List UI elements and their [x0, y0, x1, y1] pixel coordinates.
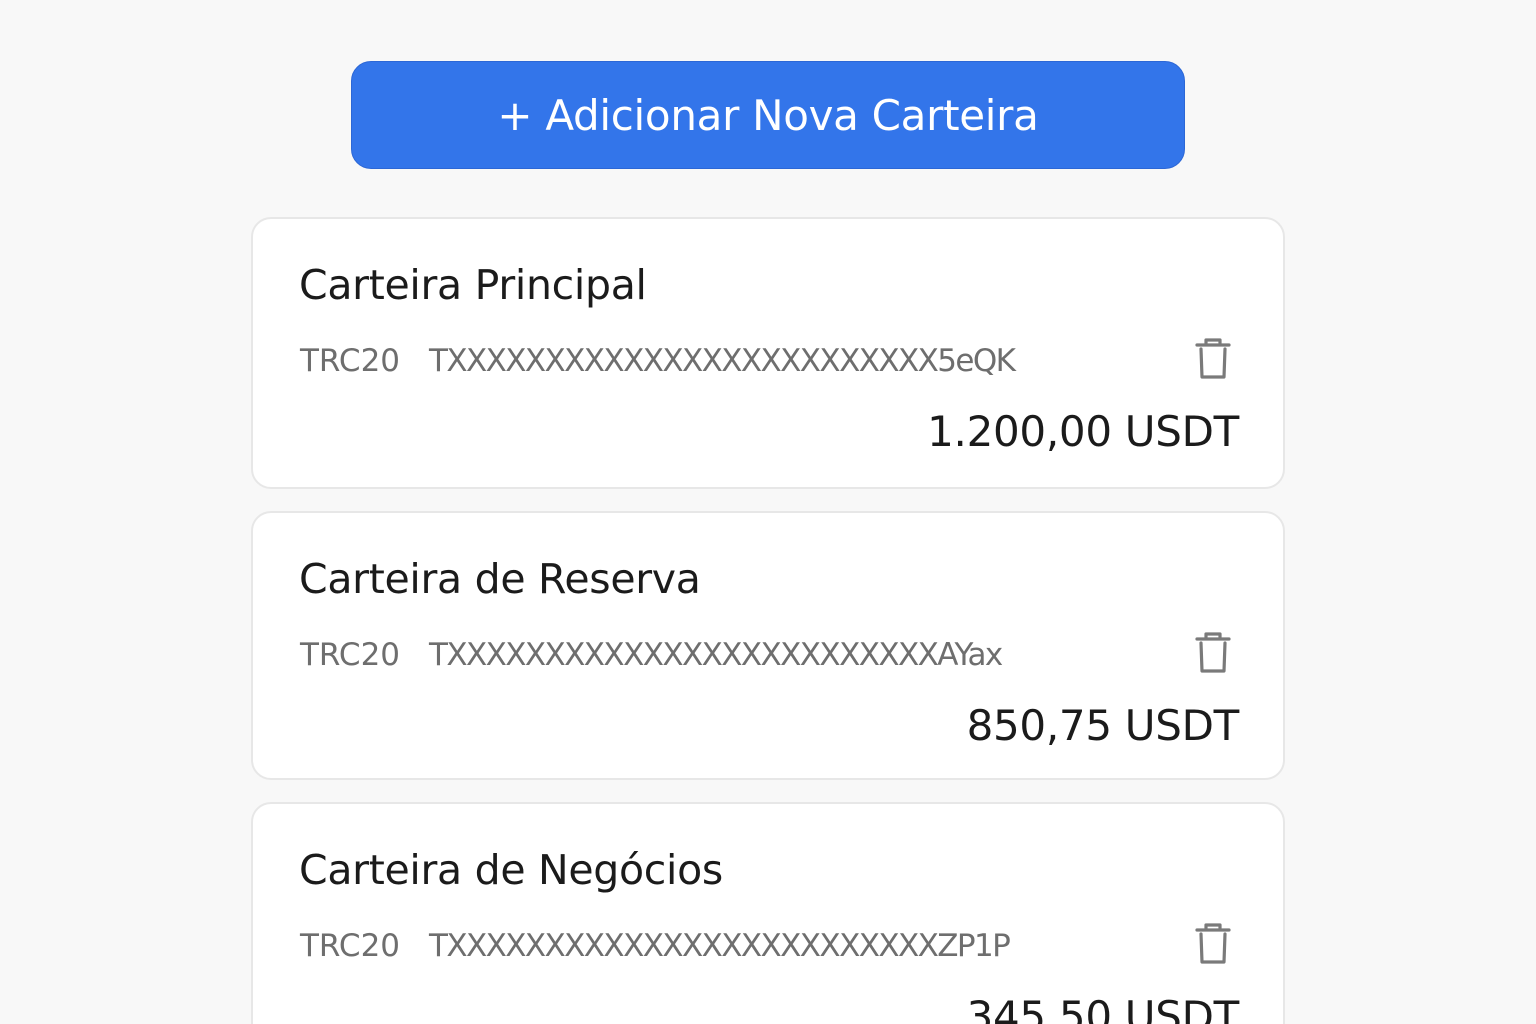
wallet-address: TXXXXXXXXXXXXXXXXXXXXXXXXX5eQK — [429, 343, 1016, 379]
wallet-network: TRC20 — [300, 343, 401, 379]
wallet-balance: 850,75 USDT — [966, 701, 1240, 750]
wallet-list-page: + Adicionar Nova Carteira Carteira Princ… — [0, 0, 1536, 1024]
wallet-card: Carteira de Reserva TRC20 TXXXXXXXXXXXXX… — [251, 511, 1285, 780]
wallet-name: Carteira de Negócios — [299, 846, 723, 894]
wallet-balance: 345,50 USDT — [966, 992, 1240, 1024]
trash-icon[interactable] — [1193, 922, 1233, 966]
add-wallet-button[interactable]: + Adicionar Nova Carteira — [351, 61, 1185, 169]
wallet-name: Carteira Principal — [299, 261, 647, 309]
wallet-address: TXXXXXXXXXXXXXXXXXXXXXXXXXZP1P — [429, 928, 1011, 964]
wallet-name: Carteira de Reserva — [299, 555, 701, 603]
wallet-network: TRC20 — [300, 928, 401, 964]
wallet-network: TRC20 — [300, 637, 401, 673]
wallet-card: Carteira de Negócios TRC20 TXXXXXXXXXXXX… — [251, 802, 1285, 1024]
trash-icon[interactable] — [1193, 337, 1233, 381]
trash-icon[interactable] — [1193, 631, 1233, 675]
wallet-address: TXXXXXXXXXXXXXXXXXXXXXXXXXAYax — [429, 637, 1003, 673]
wallet-balance: 1.200,00 USDT — [927, 407, 1239, 456]
wallet-card: Carteira Principal TRC20 TXXXXXXXXXXXXXX… — [251, 217, 1285, 489]
